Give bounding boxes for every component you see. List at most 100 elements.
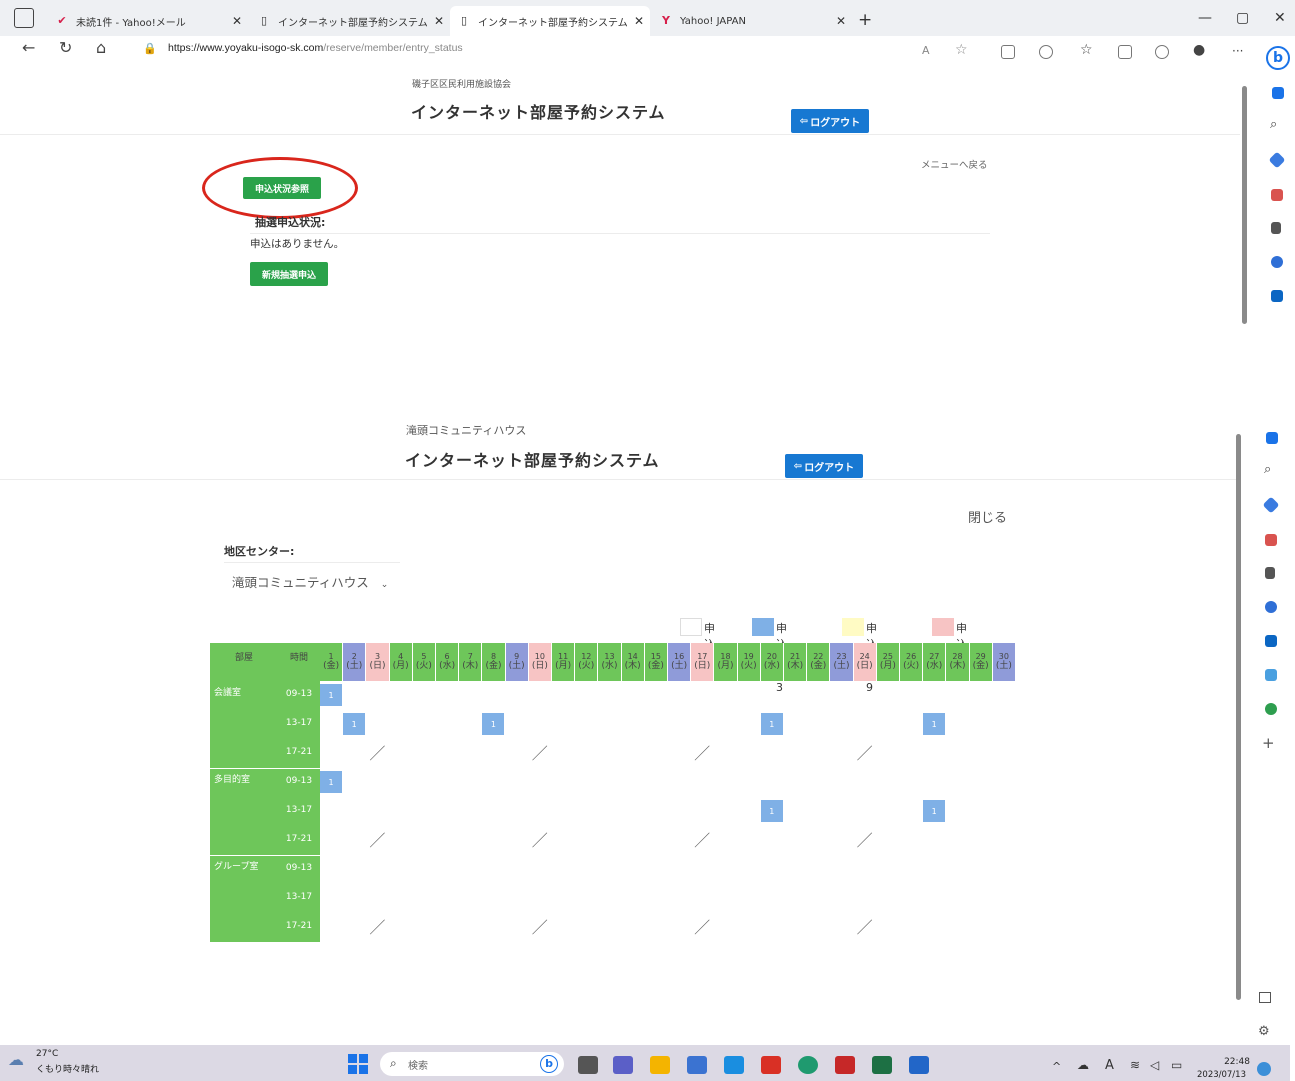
clock-time[interactable]: 22:48	[1222, 1057, 1250, 1067]
outlook-icon[interactable]	[1271, 290, 1283, 302]
tab-reservation-1[interactable]: ▯ インターネット部屋予約システム ✕	[250, 6, 450, 36]
profile-icon[interactable]: ●	[1193, 42, 1205, 58]
extensions-icon[interactable]	[1039, 45, 1053, 59]
favorites-icon[interactable]: ☆	[1080, 42, 1093, 58]
maximize-icon[interactable]: ▢	[1236, 10, 1249, 26]
search-icon[interactable]: ⌕	[1270, 117, 1277, 132]
gmail-icon[interactable]	[761, 1056, 781, 1074]
tree-icon[interactable]	[1265, 703, 1277, 715]
teams-icon[interactable]	[613, 1056, 633, 1074]
games-icon[interactable]	[1271, 222, 1281, 234]
notification-icon[interactable]	[1257, 1062, 1271, 1076]
tray-chevron-icon[interactable]: ^	[1052, 1060, 1061, 1073]
tab-yahoo-mail[interactable]: ✔ 未読1件 - Yahoo!メール ✕	[48, 6, 248, 36]
battery-icon[interactable]: ▭	[1171, 1058, 1182, 1072]
flag-icon[interactable]	[1001, 45, 1015, 59]
tab-reservation-2[interactable]: ▯ インターネット部屋予約システム ✕	[450, 6, 650, 36]
weekday-label: (水)	[926, 661, 943, 672]
logout-button-2[interactable]: ⇦ ログアウト	[785, 454, 863, 478]
favorite-star-icon[interactable]: ☆	[955, 42, 968, 58]
weather-text: くもり時々晴れ	[36, 1065, 100, 1075]
bell-icon[interactable]	[1272, 87, 1284, 99]
booking-cell[interactable]: 1	[923, 800, 946, 822]
booking-cell[interactable]: 1	[760, 713, 783, 735]
edge-icon[interactable]	[798, 1056, 818, 1074]
booking-cell[interactable]: 1	[320, 684, 342, 706]
close-icon[interactable]: ✕	[434, 14, 444, 28]
logout-button[interactable]: ⇦ ログアウト	[791, 109, 869, 133]
volume-icon[interactable]: ◁	[1150, 1058, 1159, 1072]
task-view-icon[interactable]	[578, 1056, 598, 1074]
mail-icon[interactable]	[724, 1056, 744, 1074]
refresh-icon[interactable]: ↻	[59, 38, 72, 57]
windows-start-icon[interactable]	[348, 1054, 368, 1074]
outlook-icon[interactable]	[1265, 635, 1277, 647]
acrobat-icon[interactable]	[835, 1056, 855, 1074]
time-slot: 09-13	[285, 689, 313, 699]
day-header: 1 (金)	[320, 643, 344, 681]
bell-icon[interactable]	[1266, 432, 1278, 444]
center-divider	[224, 562, 400, 563]
store-icon[interactable]	[687, 1056, 707, 1074]
scrollbar[interactable]	[1242, 86, 1247, 324]
file-explorer-icon[interactable]	[650, 1056, 670, 1074]
tag-icon[interactable]	[1268, 151, 1286, 169]
time-slot: 13-17	[285, 718, 313, 728]
bing-icon[interactable]: b	[540, 1055, 558, 1073]
new-lottery-button[interactable]: 新規抽選申込	[250, 262, 328, 286]
new-tab-icon[interactable]: +	[858, 10, 872, 30]
read-aloud-icon[interactable]: A	[922, 44, 930, 57]
tab-actions-icon[interactable]	[14, 8, 34, 28]
excel-icon[interactable]	[872, 1056, 892, 1074]
add-icon[interactable]: +	[1262, 734, 1275, 752]
wifi-icon[interactable]: ≋	[1130, 1058, 1140, 1072]
booking-cell[interactable]: 1	[343, 713, 366, 735]
settings-gear-icon[interactable]: ⚙	[1258, 1024, 1270, 1039]
center-select[interactable]: 滝頭コミュニティハウス ⌄	[232, 572, 388, 591]
toolbox-icon[interactable]	[1265, 534, 1277, 546]
send-icon[interactable]	[1265, 669, 1277, 681]
health-icon[interactable]	[1155, 45, 1169, 59]
taskbar-search[interactable]: ⌕ 検索 b	[380, 1052, 564, 1076]
sidebar-toggle-icon[interactable]	[1259, 992, 1271, 1003]
status-check-button[interactable]: 申込状況参照	[243, 177, 321, 199]
url-field[interactable]: https://www.yoyaku-isogo-sk.com/reserve/…	[168, 42, 463, 54]
booking-cell[interactable]: 1	[760, 800, 783, 822]
day-header: 9 (土)	[505, 643, 529, 681]
more-icon[interactable]: ···	[1232, 44, 1243, 58]
weekday-label: (日)	[531, 661, 548, 672]
games-icon[interactable]	[1265, 567, 1275, 579]
bing-copilot-icon[interactable]: b	[1266, 46, 1290, 70]
back-to-menu-link[interactable]: メニューへ戻る	[921, 157, 988, 171]
day-header: 27 (水)	[923, 643, 947, 681]
center-label: 地区センター:	[224, 545, 295, 558]
home-icon[interactable]: ⌂	[96, 38, 106, 57]
minimize-icon[interactable]: —	[1198, 10, 1212, 26]
search-icon[interactable]: ⌕	[1264, 462, 1271, 477]
weekday-label: (水)	[601, 661, 618, 672]
tag-icon[interactable]	[1262, 496, 1280, 514]
booking-cell[interactable]: 1	[320, 771, 342, 793]
toolbox-icon[interactable]	[1271, 189, 1283, 201]
back-icon[interactable]: ←	[22, 38, 35, 57]
clock-date[interactable]: 2023/07/13	[1197, 1070, 1246, 1080]
booking-cell[interactable]: 1	[482, 713, 505, 735]
day-header: 6 (水)	[436, 643, 460, 681]
close-icon[interactable]: ✕	[232, 14, 242, 28]
onedrive-icon[interactable]: ☁	[1077, 1058, 1089, 1072]
close-icon[interactable]: ✕	[836, 14, 846, 28]
booking-cell[interactable]: 1	[923, 713, 946, 735]
ime-icon[interactable]: A	[1105, 1058, 1114, 1073]
lottery-status-heading: 抽選申込状況:	[255, 216, 326, 229]
window-close-icon[interactable]: ✕	[1274, 10, 1286, 26]
tab-yahoo-japan[interactable]: Y Yahoo! JAPAN ✕	[652, 6, 852, 36]
close-icon[interactable]: ✕	[634, 14, 644, 28]
office-icon[interactable]	[1265, 601, 1277, 613]
close-link[interactable]: 閉じる	[968, 507, 1007, 526]
yahoo-icon: Y	[662, 14, 670, 27]
scrollbar-2[interactable]	[1236, 434, 1241, 1000]
legend-swatch-3	[932, 618, 954, 636]
collections-icon[interactable]	[1118, 45, 1132, 59]
office-icon[interactable]	[1271, 256, 1283, 268]
app-icon[interactable]	[909, 1056, 929, 1074]
